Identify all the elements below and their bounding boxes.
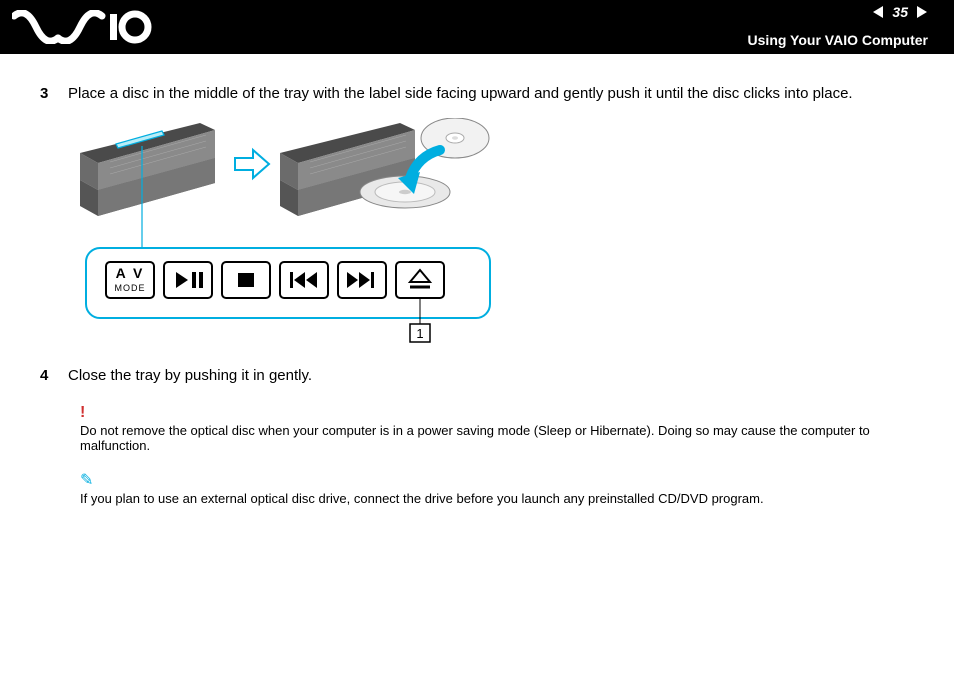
page-number: 35 (892, 4, 908, 20)
previous-track-button-icon (280, 262, 328, 298)
next-page-arrow-icon[interactable] (914, 5, 928, 19)
header-bar: 35 Using Your VAIO Computer (0, 0, 954, 54)
stop-button-icon (222, 262, 270, 298)
media-controls-panel: A V MODE (86, 248, 490, 342)
warning-icon: ! (80, 405, 928, 421)
av-mode-button: A V MODE (106, 262, 154, 298)
pencil-icon: ✎ (80, 473, 928, 489)
step-text: Place a disc in the middle of the tray w… (68, 84, 853, 104)
page-body: 3 Place a disc in the middle of the tray… (0, 54, 954, 506)
warning-note: ! Do not remove the optical disc when yo… (80, 405, 928, 453)
step-text: Close the tray by pushing it in gently. (68, 366, 312, 386)
disc-insertion-figure: A V MODE (80, 118, 928, 348)
vaio-logo (12, 0, 152, 54)
step-3: 3 Place a disc in the middle of the tray… (40, 84, 928, 104)
eject-callout-label: 1 (416, 326, 423, 341)
tip-text: If you plan to use an external optical d… (80, 491, 928, 506)
next-track-button-icon (338, 262, 386, 298)
page-navigator: 35 (872, 4, 928, 20)
prev-page-arrow-icon[interactable] (872, 5, 886, 19)
laptop-closed-icon (80, 123, 215, 216)
section-title: Using Your VAIO Computer (748, 32, 928, 48)
warning-text: Do not remove the optical disc when your… (80, 423, 928, 453)
step-number: 4 (40, 366, 54, 386)
svg-text:MODE: MODE (115, 283, 146, 293)
tip-note: ✎ If you plan to use an external optical… (80, 473, 928, 506)
eject-button-icon (396, 262, 444, 298)
svg-text:A V: A V (116, 265, 145, 281)
step-number: 3 (40, 84, 54, 104)
laptop-with-disc-icon (280, 118, 489, 216)
play-pause-button-icon (164, 262, 212, 298)
step-4: 4 Close the tray by pushing it in gently… (40, 366, 928, 386)
arrow-right-icon (235, 150, 269, 178)
